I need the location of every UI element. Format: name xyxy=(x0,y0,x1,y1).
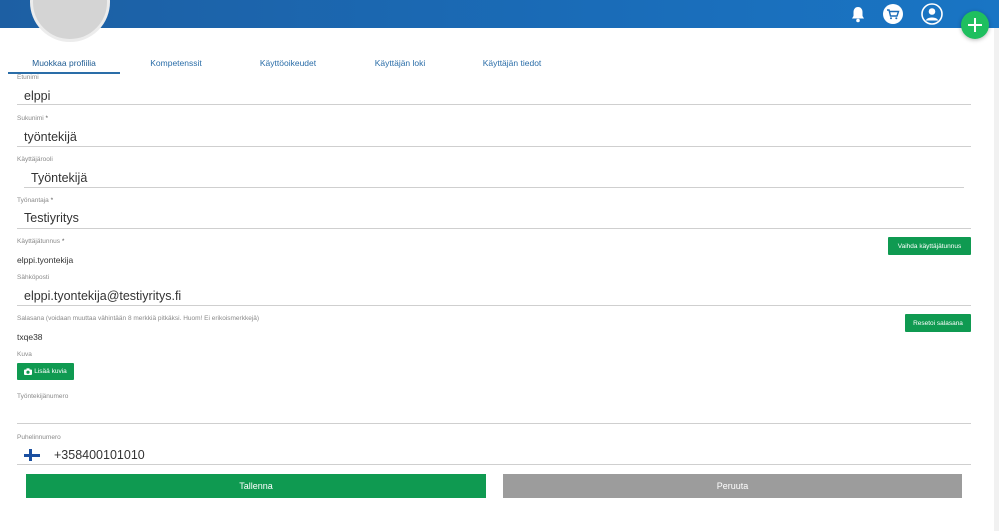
tab-competences[interactable]: Kompetenssit xyxy=(132,57,220,74)
email-label: Sähköposti xyxy=(17,274,50,281)
tab-edit-profile[interactable]: Muokkaa profiilia xyxy=(8,57,120,74)
reset-password-button[interactable]: Resetoi salasana xyxy=(905,314,971,332)
username-value: elppi.tyontekija xyxy=(17,255,74,265)
firstname-field[interactable]: elppi xyxy=(24,89,50,103)
lastname-field[interactable]: työntekijä xyxy=(24,130,77,144)
password-label: Salasana (voidaan muuttaa vähintään 8 me… xyxy=(17,315,260,322)
employee-number-underline xyxy=(17,423,971,424)
role-underline xyxy=(24,187,964,188)
tab-user-info[interactable]: Käyttäjän tiedot xyxy=(468,57,556,74)
add-images-button[interactable]: Lisää kuvia xyxy=(17,363,74,380)
firstname-label: Etunimi xyxy=(17,74,39,81)
save-button[interactable]: Tallenna xyxy=(26,474,486,498)
employer-label: Työnantaja * xyxy=(17,197,54,204)
role-label: Käyttäjärooli xyxy=(17,156,53,163)
phone-label: Puhelinnumero xyxy=(17,434,61,441)
change-username-button[interactable]: Vaihda käyttäjätunnus xyxy=(888,237,971,255)
username-label: Käyttäjätunnus * xyxy=(17,238,65,245)
finland-flag-icon[interactable] xyxy=(24,449,40,461)
add-images-label: Lisää kuvia xyxy=(34,368,67,375)
phone-underline xyxy=(17,464,971,465)
tab-permissions[interactable]: Käyttöoikeudet xyxy=(244,57,332,74)
user-icon[interactable] xyxy=(921,3,943,25)
tab-user-log[interactable]: Käyttäjän loki xyxy=(356,57,444,74)
email-field[interactable]: elppi.tyontekija@testiyritys.fi xyxy=(24,289,181,303)
avatar[interactable] xyxy=(30,0,110,42)
plus-icon xyxy=(968,18,982,32)
scrollbar[interactable] xyxy=(994,28,999,531)
firstname-underline xyxy=(17,104,971,105)
camera-icon xyxy=(24,368,33,375)
employee-number-label: Työntekijänumero xyxy=(17,393,69,400)
add-button[interactable] xyxy=(961,11,989,39)
phone-field[interactable]: +358400101010 xyxy=(54,448,145,462)
password-value: txqe38 xyxy=(17,332,43,342)
tab-bar: Muokkaa profiilia Kompetenssit Käyttöoik… xyxy=(8,57,568,74)
image-label: Kuva xyxy=(17,351,32,358)
employer-field[interactable]: Testiyritys xyxy=(24,211,79,225)
email-underline xyxy=(17,305,971,306)
employer-underline xyxy=(17,228,971,229)
lastname-underline xyxy=(17,146,971,147)
lastname-label: Sukunimi * xyxy=(17,115,49,122)
role-select[interactable]: Työntekijä xyxy=(31,171,87,185)
cancel-button[interactable]: Peruuta xyxy=(503,474,962,498)
cart-icon[interactable] xyxy=(882,3,904,25)
bell-icon[interactable] xyxy=(847,3,869,25)
